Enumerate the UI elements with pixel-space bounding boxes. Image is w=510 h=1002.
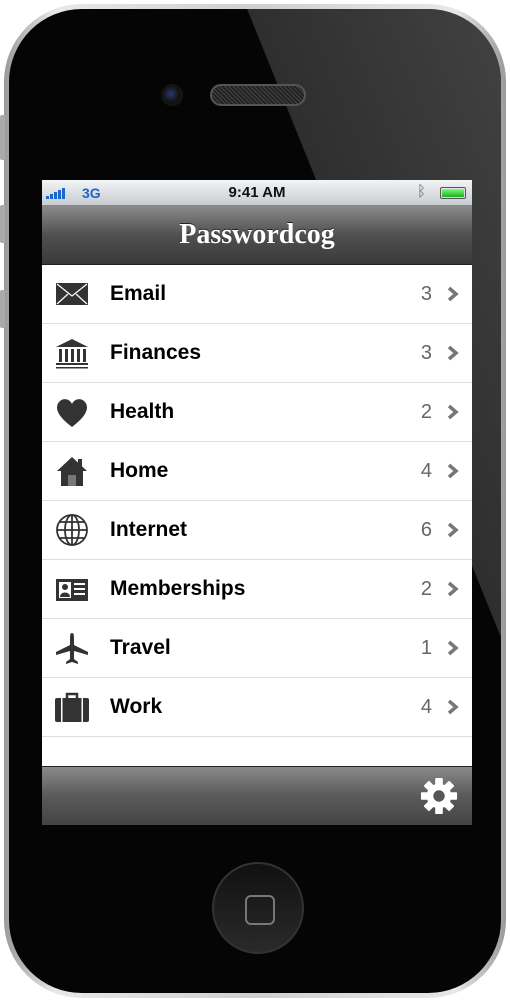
home-button[interactable] <box>212 862 304 954</box>
earpiece-speaker <box>210 84 306 106</box>
category-row-internet[interactable]: Internet 6 <box>42 501 472 560</box>
category-row-health[interactable]: Health 2 <box>42 383 472 442</box>
category-label: Home <box>110 459 169 482</box>
category-row-travel[interactable]: Travel 1 <box>42 619 472 678</box>
chevron-right-icon <box>447 699 459 715</box>
status-bar: 3G 9:41 AM ᛒ <box>42 180 472 206</box>
clock: 9:41 AM <box>228 184 286 201</box>
category-label: Finances <box>110 341 202 364</box>
id-card-icon <box>56 579 88 601</box>
chevron-right-icon <box>447 404 459 420</box>
chevron-right-icon <box>447 345 459 361</box>
front-camera <box>161 84 183 106</box>
category-row-finances[interactable]: Finances 3 <box>42 324 472 383</box>
category-label: Work <box>110 695 163 718</box>
item-count: 1 <box>420 636 432 659</box>
category-label: Health <box>110 400 175 423</box>
house-icon <box>57 457 87 486</box>
bank-icon <box>56 339 88 369</box>
nav-bar: Passwordcog <box>42 206 472 265</box>
mute-switch <box>0 115 5 160</box>
page-title: Passwordcog <box>179 219 335 250</box>
chevron-right-icon <box>447 286 459 302</box>
item-count: 2 <box>420 577 432 600</box>
chevron-right-icon <box>447 522 459 538</box>
category-label: Internet <box>110 518 188 541</box>
category-row-email[interactable]: Email 3 <box>42 265 472 324</box>
chevron-right-icon <box>447 640 459 656</box>
toolbar <box>42 766 472 825</box>
item-count: 2 <box>420 400 432 423</box>
battery-icon <box>440 187 466 199</box>
item-count: 4 <box>420 459 432 482</box>
category-label: Travel <box>110 636 171 659</box>
gear-icon[interactable] <box>420 777 458 815</box>
chevron-right-icon <box>447 581 459 597</box>
chevron-right-icon <box>447 463 459 479</box>
item-count: 4 <box>420 695 432 718</box>
envelope-icon <box>56 283 88 305</box>
home-square-icon <box>245 895 275 925</box>
category-label: Email <box>110 282 167 305</box>
heart-icon <box>57 399 87 427</box>
item-count: 3 <box>420 282 432 305</box>
volume-down-button <box>0 290 5 328</box>
volume-up-button <box>0 205 5 243</box>
screen: 3G 9:41 AM ᛒ Passwordcog Email 3 Finance… <box>42 180 472 825</box>
bluetooth-icon: ᛒ <box>417 183 427 200</box>
airplane-icon <box>56 633 88 664</box>
briefcase-icon <box>55 692 89 722</box>
category-row-home[interactable]: Home 4 <box>42 442 472 501</box>
item-count: 6 <box>420 518 432 541</box>
category-row-work[interactable]: Work 4 <box>42 678 472 737</box>
globe-icon <box>56 514 88 546</box>
item-count: 3 <box>420 341 432 364</box>
category-label: Memberships <box>110 577 246 600</box>
category-row-memberships[interactable]: Memberships 2 <box>42 560 472 619</box>
category-list: Email 3 Finances 3 Health 2 Home 4 Inter… <box>42 265 472 737</box>
